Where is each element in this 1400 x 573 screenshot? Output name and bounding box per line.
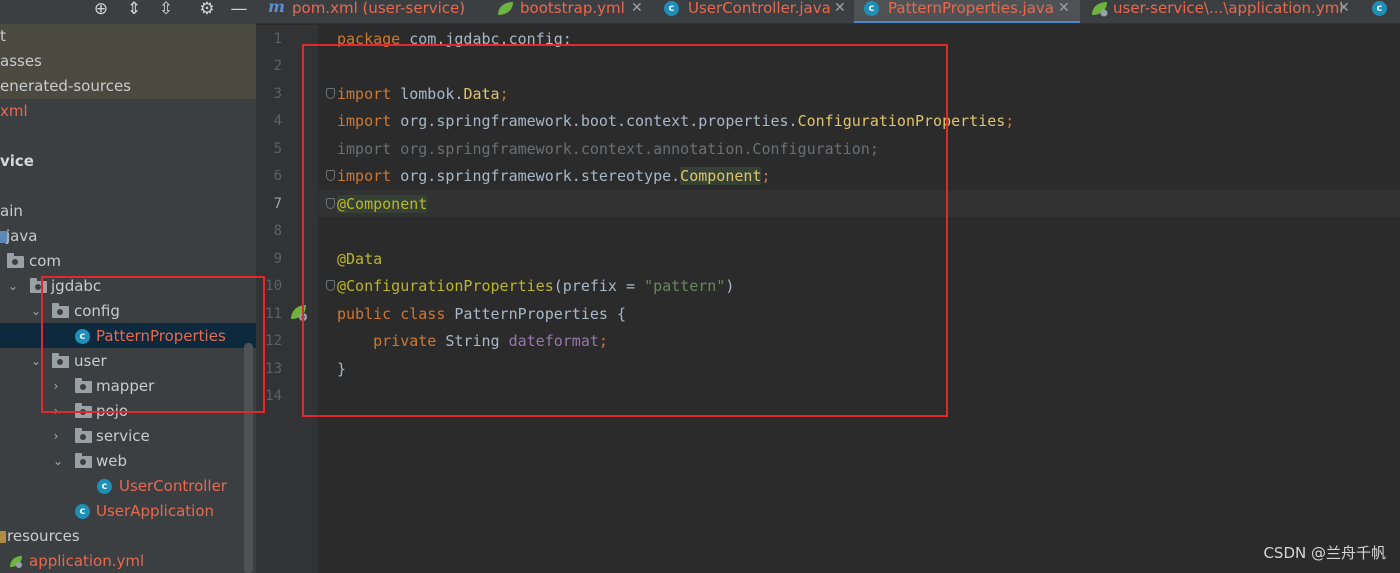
tree-item-label: asses — [0, 52, 42, 70]
chevron-down-icon[interactable]: ⌄ — [6, 274, 20, 299]
tab-bootstrap-yml[interactable]: bootstrap.yml ✕ — [490, 0, 654, 23]
tree-item-resources[interactable]: resources — [0, 524, 256, 549]
spring-leaf-icon — [498, 2, 513, 15]
hide-icon[interactable]: — — [228, 0, 250, 20]
tree-item-label: t — [0, 27, 6, 45]
close-icon[interactable]: ✕ — [834, 0, 846, 17]
close-icon[interactable]: ✕ — [1058, 0, 1070, 17]
line-number: 2 — [273, 58, 282, 74]
tree-item-module[interactable]: vice — [0, 149, 256, 174]
tab-label: UserController.java — [688, 0, 831, 17]
line-number: 6 — [273, 168, 282, 184]
chevron-right-icon[interactable]: › — [49, 424, 63, 449]
class-icon: c — [864, 1, 879, 16]
annotation-box-tree — [41, 276, 265, 413]
watermark: CSDN @兰舟千帆 — [1263, 544, 1386, 562]
tree-item-label: ain — [0, 202, 23, 220]
editor-tab-bar: m pom.xml (user-service) bootstrap.yml ✕… — [256, 0, 1400, 24]
tab-pom-xml[interactable]: m pom.xml (user-service) — [256, 0, 490, 23]
package-icon — [75, 428, 92, 443]
tree-item-label: application.yml — [29, 552, 145, 570]
tab-label: pom.xml (user-service) — [292, 0, 466, 17]
close-icon[interactable]: ✕ — [1338, 0, 1350, 17]
spring-boot-class-icon: c — [1372, 1, 1387, 16]
tree-item-label: vice — [0, 152, 34, 170]
tree-item-application-yml[interactable]: application.yml — [0, 549, 256, 573]
gear-icon[interactable]: ⚙ — [196, 0, 218, 20]
tree-item-label: web — [96, 452, 128, 470]
tab-overflow[interactable]: c — [1364, 0, 1400, 23]
tab-usercontroller-java[interactable]: c UserController.java ✕ — [654, 0, 854, 23]
package-icon — [7, 253, 24, 268]
tab-label: PatternProperties.java — [888, 0, 1054, 17]
line-number: 1 — [273, 31, 282, 47]
locate-icon[interactable]: ⊕ — [90, 0, 112, 20]
tree-item-pom[interactable]: xml — [0, 99, 256, 124]
spring-config-icon — [10, 556, 22, 568]
tree-item-com[interactable]: com — [0, 249, 256, 274]
maven-icon: m — [268, 0, 285, 16]
tree-item-label: resources — [7, 527, 80, 545]
resources-folder-icon — [0, 531, 6, 543]
close-icon[interactable]: ✕ — [631, 0, 643, 17]
tree-item-usercontroller[interactable]: c UserController — [0, 474, 256, 499]
tree-item-label: com — [29, 252, 62, 270]
tree-item-userapplication[interactable]: c UserApplication — [0, 499, 256, 524]
tree-item-web[interactable]: ⌄ web — [0, 449, 256, 474]
chevron-down-icon[interactable]: ⌄ — [51, 449, 65, 474]
line-number: 5 — [273, 141, 282, 157]
spring-config-icon — [1092, 2, 1108, 17]
tree-item-main[interactable]: ain — [0, 199, 256, 224]
line-number: 8 — [273, 223, 282, 239]
tree-item-label: service — [96, 427, 150, 445]
class-icon: c — [664, 1, 679, 16]
tree-item-label: UserApplication — [96, 502, 215, 520]
tree-item-label: xml — [0, 102, 28, 120]
tree-item-label: enerated-sources — [0, 77, 131, 95]
spring-boot-class-icon: c — [75, 504, 90, 519]
tree-item-label: UserController — [119, 477, 227, 495]
tab-label: bootstrap.yml — [520, 0, 625, 17]
line-number: 7 — [273, 196, 282, 212]
tree-item[interactable]: t — [0, 24, 256, 49]
tree-item-service[interactable]: › service — [0, 424, 256, 449]
tab-label: user-service\...\application.yml — [1113, 0, 1344, 17]
tab-patternproperties-java[interactable]: c PatternProperties.java ✕ — [854, 0, 1080, 23]
project-toolbar: ⊕ ⇕ ⇳ ⚙ — — [0, 0, 256, 24]
tree-item[interactable]: enerated-sources — [0, 74, 256, 99]
tree-item[interactable]: asses — [0, 49, 256, 74]
semicolon: ; — [1005, 112, 1015, 130]
line-number: 3 — [273, 86, 282, 102]
tree-item-java[interactable]: java — [0, 224, 256, 249]
collapse-all-icon[interactable]: ⇳ — [155, 0, 177, 20]
line-number: 4 — [273, 113, 282, 129]
package-icon — [75, 453, 92, 468]
line-number: 9 — [273, 251, 282, 267]
tab-application-yml[interactable]: user-service\...\application.yml ✕ — [1086, 0, 1358, 23]
tree-item-label: java — [6, 227, 38, 245]
expand-all-icon[interactable]: ⇕ — [123, 0, 145, 20]
annotation-box-code — [302, 44, 948, 417]
class-icon: c — [97, 479, 112, 494]
